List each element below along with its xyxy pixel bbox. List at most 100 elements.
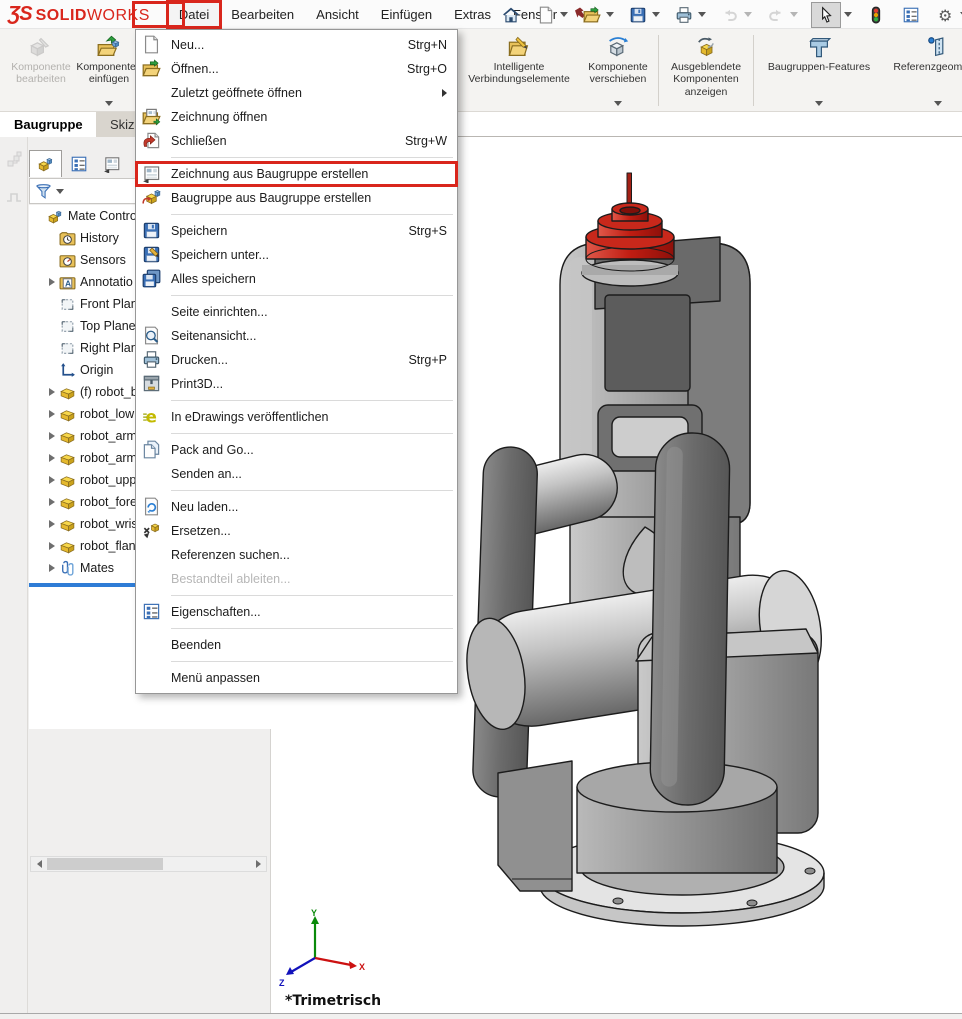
file-menu-item-neu[interactable]: Neu...Strg+N [136,33,457,57]
new-page-icon[interactable] [535,4,557,26]
cm-button-baugruppen-features[interactable]: Baugruppen-Features [756,29,882,112]
panel-tab-configurations[interactable] [95,150,128,177]
quick-file-properties-button[interactable] [900,4,922,26]
caret-down-icon[interactable] [844,12,852,17]
properties-icon[interactable] [900,4,922,26]
printer-icon[interactable] [673,4,695,26]
quick-open-button[interactable] [581,4,614,26]
file-menu-item-speichern-unter[interactable]: Speichern unter... [136,243,457,267]
quick-save-button[interactable] [627,4,660,26]
caret-down-icon[interactable] [934,101,942,106]
folder-open-icon[interactable] [581,4,603,26]
file-menu-item-drucken[interactable]: Drucken...Strg+P [136,348,457,372]
menu-item-label: Drucken... [171,353,400,367]
save-icon [142,221,162,241]
cm-button-label: Intelligente Verbindungselemente [468,61,570,86]
edrawings-icon [142,407,161,426]
file-menu-item-schließen[interactable]: SchließenStrg+W [136,129,457,153]
file-menu-item-zeichnung-aus-baugruppe-erstellen[interactable]: Zeichnung aus Baugruppe erstellen [136,162,457,186]
caret-down-icon[interactable] [698,12,706,17]
step-profile-icon[interactable] [5,187,25,207]
horizontal-scrollbar[interactable] [30,856,267,872]
menubar-item-einfügen[interactable]: Einfügen [370,2,443,27]
file-menu-item-pack-and-go[interactable]: Pack and Go... [136,438,457,462]
quick-options-button[interactable] [935,4,962,26]
file-menu-item-seite-einrichten[interactable]: Seite einrichten... [136,300,457,324]
file-menu-item-senden-an[interactable]: Senden an... [136,462,457,486]
view-orientation-label: *Trimetrisch [285,993,381,1009]
quick-select-button[interactable] [811,2,852,28]
traffic-light-icon[interactable] [865,4,887,26]
menu-item-label: Baugruppe aus Baugruppe erstellen [171,191,447,205]
expand-arrow-icon[interactable] [47,431,58,442]
expand-arrow-icon[interactable] [47,277,58,288]
cm-button-referenzgeometrie[interactable]: Referenzgeometrie [882,29,962,112]
mates-icon [59,560,76,577]
quick-redo-button[interactable] [765,4,798,26]
menu-item-label: Seite einrichten... [171,305,447,319]
menubar-item-extras[interactable]: Extras [443,2,502,27]
file-menu-item-zuletzt-geöffnete-öffnen[interactable]: Zuletzt geöffnete öffnen [136,81,457,105]
caret-down-icon[interactable] [105,101,113,106]
drawing-open-icon [142,107,161,126]
cm-button-komponente-verschieben[interactable]: Komponente verschieben [580,29,656,112]
cm-button-ausgeblendete-komponenten-anzeigen[interactable]: Ausgeblendete Komponenten anzeigen [661,29,751,112]
caret-down-icon[interactable] [652,12,660,17]
part-icon [59,450,76,467]
file-menu-item-beenden[interactable]: Beenden [136,633,457,657]
scroll-right-icon[interactable] [250,857,266,871]
file-menu-item-neu-laden[interactable]: Neu laden... [136,495,457,519]
quick-new-button[interactable] [535,4,568,26]
file-menu-item-zeichnung-öffnen[interactable]: Zeichnung öffnen [136,105,457,129]
menubar-item-datei[interactable]: Datei [168,2,220,27]
caret-down-icon[interactable] [606,12,614,17]
file-menu-item-speichern[interactable]: SpeichernStrg+S [136,219,457,243]
file-menu-item-menü-anpassen[interactable]: Menü anpassen [136,666,457,690]
file-menu-item-referenzen-suchen[interactable]: Referenzen suchen... [136,543,457,567]
expand-arrow-icon[interactable] [47,387,58,398]
save-icon[interactable] [627,4,649,26]
file-menu-item-in-edrawings-veröffentlichen[interactable]: In eDrawings veröffentlichen [136,405,457,429]
caret-down-icon[interactable] [560,12,568,17]
caret-down-icon[interactable] [815,101,823,106]
caret-down-icon[interactable] [790,12,798,17]
scrollbar-thumb[interactable] [47,858,163,870]
gear-icon[interactable] [935,4,957,26]
panel-tab-featuremanager[interactable] [29,150,62,177]
assembly-structure-icon[interactable] [5,151,25,171]
home-icon[interactable] [500,4,522,26]
folder-open-icon [142,59,162,79]
menubar-item-bearbeiten[interactable]: Bearbeiten [220,2,305,27]
caret-down-icon[interactable] [744,12,752,17]
expand-arrow-icon[interactable] [47,541,58,552]
scroll-left-icon[interactable] [31,857,47,871]
quick-print-button[interactable] [673,4,706,26]
tree-item-label: Origin [80,363,113,377]
file-menu-item-ersetzen[interactable]: Ersetzen... [136,519,457,543]
file-menu-item-eigenschaften[interactable]: Eigenschaften... [136,600,457,624]
file-menu-item-baugruppe-aus-baugruppe-erstellen[interactable]: Baugruppe aus Baugruppe erstellen [136,186,457,210]
tree-filter[interactable] [29,178,139,204]
expand-arrow-icon[interactable] [47,475,58,486]
file-menu-item-alles-speichern[interactable]: Alles speichern [136,267,457,291]
expand-arrow-icon[interactable] [47,453,58,464]
expand-arrow-icon[interactable] [47,497,58,508]
file-menu-item-print3d[interactable]: Print3D... [136,372,457,396]
file-menu-item-seitenansicht[interactable]: Seitenansicht... [136,324,457,348]
expand-arrow-icon[interactable] [47,519,58,530]
caret-down-icon[interactable] [614,101,622,106]
menubar-item-ansicht[interactable]: Ansicht [305,2,370,27]
cursor-icon[interactable] [811,2,841,28]
file-menu-item-öffnen[interactable]: Öffnen...Strg+O [136,57,457,81]
cm-button-intelligente-verbindungselemente[interactable]: Intelligente Verbindungselemente [458,29,580,112]
quick-rebuild-button[interactable] [865,4,887,26]
cm-button-komponenten-einfügen[interactable]: Komponenten einfügen [78,29,140,112]
quick-home-button[interactable] [500,4,522,26]
redo-icon[interactable] [765,4,787,26]
quick-undo-button[interactable] [719,4,752,26]
expand-arrow-icon[interactable] [47,409,58,420]
undo-icon[interactable] [719,4,741,26]
panel-tab-propertymanager[interactable] [62,150,95,177]
tab-baugruppe[interactable]: Baugruppe [0,112,98,137]
expand-arrow-icon[interactable] [47,563,58,574]
